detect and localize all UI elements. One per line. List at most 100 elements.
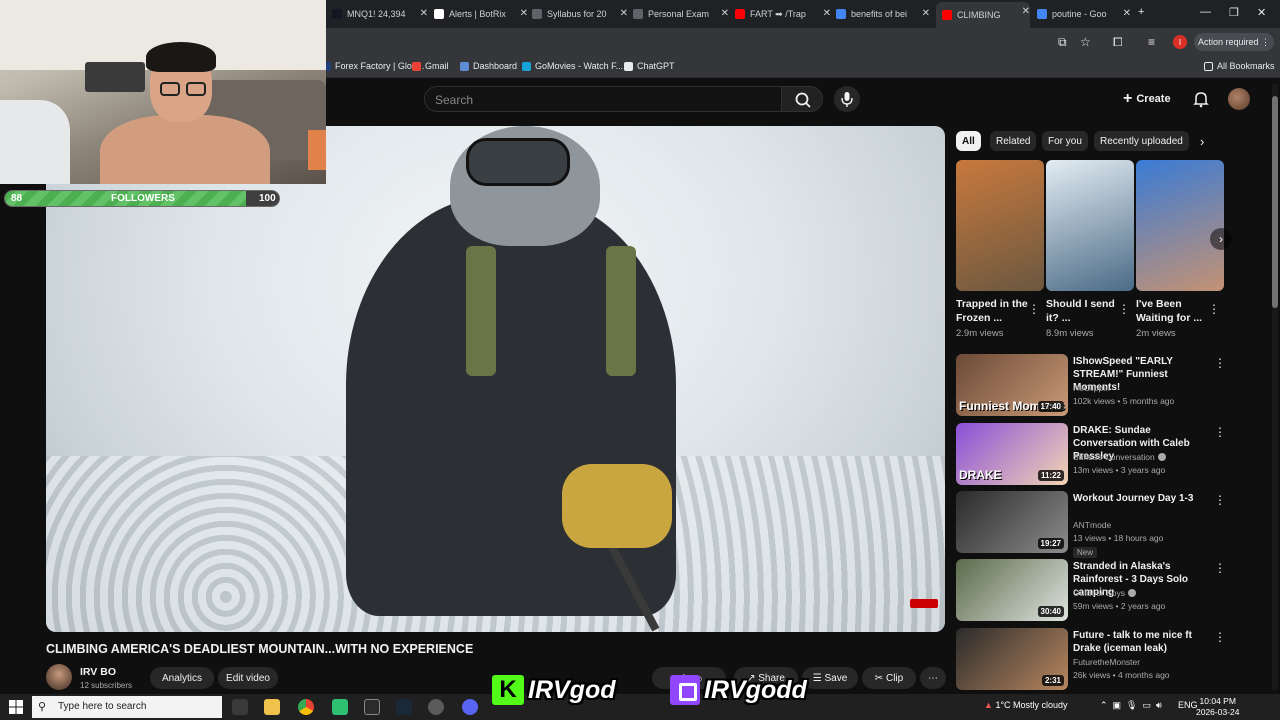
bookmark-item[interactable]: Forex Factory | Glob... — [322, 61, 424, 71]
task-view-icon[interactable] — [232, 699, 248, 715]
video-title-link[interactable]: Workout Journey Day 1-3 — [1073, 492, 1211, 505]
weather-widget[interactable]: ▲ 1°C Mostly cloudy — [984, 700, 1068, 710]
filter-chip[interactable]: For you — [1042, 131, 1088, 151]
video-channel[interactable]: ANTmode — [1073, 520, 1111, 530]
settings-gear-icon[interactable] — [428, 699, 444, 715]
video-channel[interactable]: FuturetheMonster — [1073, 657, 1140, 667]
video-thumbnail[interactable]: Funniest Moments 17:40 — [956, 354, 1068, 416]
channel-name[interactable]: IRV BO — [80, 666, 116, 678]
page-scrollbar-thumb[interactable] — [1272, 96, 1278, 308]
browser-tab[interactable]: poutine - Goo ✕ — [1037, 4, 1131, 24]
install-app-icon[interactable]: ⧉ — [1058, 35, 1067, 50]
video-thumbnail[interactable]: 2:31 — [956, 628, 1068, 690]
bookmark-item[interactable]: ChatGPT — [624, 61, 675, 71]
video-more-icon[interactable]: ⋮ — [1214, 425, 1226, 439]
edit-video-button[interactable]: Edit video — [218, 667, 278, 689]
epic-games-icon[interactable] — [364, 699, 380, 715]
chrome-icon[interactable] — [298, 699, 314, 715]
language-indicator[interactable]: ENG — [1178, 700, 1198, 710]
video-channel[interactable]: Sundae Conversation — [1073, 452, 1166, 462]
video-channel[interactable]: HeClippin — [1073, 383, 1110, 393]
webcam-glasses-right — [186, 82, 206, 96]
notifications-button[interactable] — [1192, 90, 1210, 108]
browser-tab[interactable]: Alerts | BotRix ✕ — [434, 4, 528, 24]
short-thumbnail[interactable] — [1046, 160, 1134, 291]
clock-date: 2026-03-24 — [1196, 707, 1240, 717]
save-button[interactable]: ☰ Save — [802, 667, 858, 689]
filter-chip[interactable]: Related — [990, 131, 1037, 151]
app-green-icon[interactable] — [332, 699, 348, 715]
video-more-icon[interactable]: ⋮ — [1214, 630, 1226, 644]
video-thumbnail[interactable]: 19:27 — [956, 491, 1068, 553]
short-thumbnail[interactable] — [956, 160, 1044, 291]
tab-close-icon[interactable]: ✕ — [520, 8, 528, 19]
close-window-icon[interactable]: ✕ — [1257, 6, 1266, 19]
search-button[interactable] — [781, 86, 823, 112]
video-title-link[interactable]: Future - talk to me nice ft Drake (icema… — [1073, 629, 1211, 655]
tab-close-icon[interactable]: ✕ — [922, 8, 930, 19]
tab-close-icon[interactable]: ✕ — [1022, 6, 1030, 17]
file-explorer-icon[interactable] — [264, 699, 280, 715]
search-input[interactable]: Search — [424, 86, 781, 112]
tab-favicon-icon — [532, 9, 542, 19]
video-thumbnail[interactable]: 30:40 — [956, 559, 1068, 621]
video-more-icon[interactable]: ⋮ — [1214, 561, 1226, 575]
browser-tab[interactable]: benefits of bei ✕ — [836, 4, 930, 24]
tab-close-icon[interactable]: ✕ — [1123, 8, 1131, 19]
browser-tab[interactable]: CLIMBING ✕ — [936, 2, 1030, 28]
clip-button[interactable]: ✂ Clip — [862, 667, 916, 689]
filter-chip[interactable]: Recently uploaded — [1094, 131, 1189, 151]
browser-tab[interactable]: Syllabus for 20 ✕ — [532, 4, 628, 24]
profile-avatar[interactable]: I — [1173, 35, 1187, 49]
bookmark-star-icon[interactable]: ☆ — [1080, 35, 1091, 49]
new-tab-button[interactable]: + — [1138, 6, 1144, 18]
bookmark-item[interactable]: GoMovies - Watch F... — [522, 61, 623, 71]
video-more-icon[interactable]: ⋮ — [1214, 493, 1226, 507]
taskbar-clock[interactable]: 10:04 PM 2026-03-24 — [1196, 696, 1239, 718]
channel-avatar[interactable] — [46, 664, 72, 690]
media-controls-icon[interactable]: ≡ — [1148, 35, 1155, 49]
short-title[interactable]: Should I send it? ... — [1046, 297, 1126, 325]
tab-close-icon[interactable]: ✕ — [823, 8, 831, 19]
analytics-button[interactable]: Analytics — [150, 667, 214, 689]
tab-label: Alerts | BotRix — [449, 9, 506, 19]
chip-next-icon[interactable]: › — [1200, 134, 1204, 149]
bookmark-item[interactable]: Dashboard — [460, 61, 517, 71]
short-more-icon[interactable]: ⋮ — [1118, 302, 1130, 316]
more-actions-button[interactable]: ⋯ — [920, 667, 946, 689]
system-tray-icons[interactable]: ⌃ ▣ 🎙︎ ▭ 🔊︎ — [1100, 700, 1162, 711]
action-required-button[interactable]: Action required ⋮ — [1194, 33, 1274, 51]
browser-tab[interactable]: Personal Exam ✕ — [633, 4, 729, 24]
tab-close-icon[interactable]: ✕ — [721, 8, 729, 19]
voice-search-button[interactable] — [834, 86, 860, 112]
video-duration: 2:31 — [1041, 675, 1064, 686]
steam-icon[interactable] — [396, 699, 412, 715]
tab-label: MNQ1! 24,394 — [347, 9, 406, 19]
minimize-icon[interactable]: — — [1200, 6, 1211, 18]
short-thumbnail[interactable] — [1136, 160, 1224, 291]
browser-tab[interactable]: FART ➡ /Trap ✕ — [735, 4, 831, 24]
video-more-icon[interactable]: ⋮ — [1214, 356, 1226, 370]
browser-tab[interactable]: MNQ1! 24,394 ✕ — [332, 4, 428, 24]
short-title[interactable]: I've Been Waiting for ... — [1136, 297, 1216, 325]
shorts-next-icon[interactable]: › — [1210, 228, 1232, 250]
account-avatar[interactable] — [1228, 88, 1250, 110]
kick-username: IRVgod — [528, 675, 616, 704]
tab-favicon-icon — [942, 10, 952, 20]
discord-icon[interactable] — [462, 699, 478, 715]
short-more-icon[interactable]: ⋮ — [1028, 302, 1040, 316]
restore-icon[interactable]: ❐ — [1229, 6, 1239, 19]
taskbar-search-input[interactable]: Type here to search — [32, 696, 222, 718]
video-channel[interactable]: Outdoor Boys — [1073, 588, 1136, 598]
video-thumbnail[interactable]: DRAKE 11:22 — [956, 423, 1068, 485]
short-more-icon[interactable]: ⋮ — [1208, 302, 1220, 316]
tab-close-icon[interactable]: ✕ — [620, 8, 628, 19]
windows-start-icon[interactable] — [8, 699, 24, 715]
all-bookmarks-button[interactable]: All Bookmarks — [1204, 61, 1275, 71]
bookmark-item[interactable]: Gmail — [412, 61, 449, 71]
filter-chip[interactable]: All — [956, 131, 981, 151]
short-title[interactable]: Trapped in the Frozen ... — [956, 297, 1036, 325]
tab-close-icon[interactable]: ✕ — [420, 8, 428, 19]
extensions-icon[interactable]: ⧠ — [1113, 35, 1123, 50]
create-button[interactable]: + Create — [1123, 88, 1175, 110]
